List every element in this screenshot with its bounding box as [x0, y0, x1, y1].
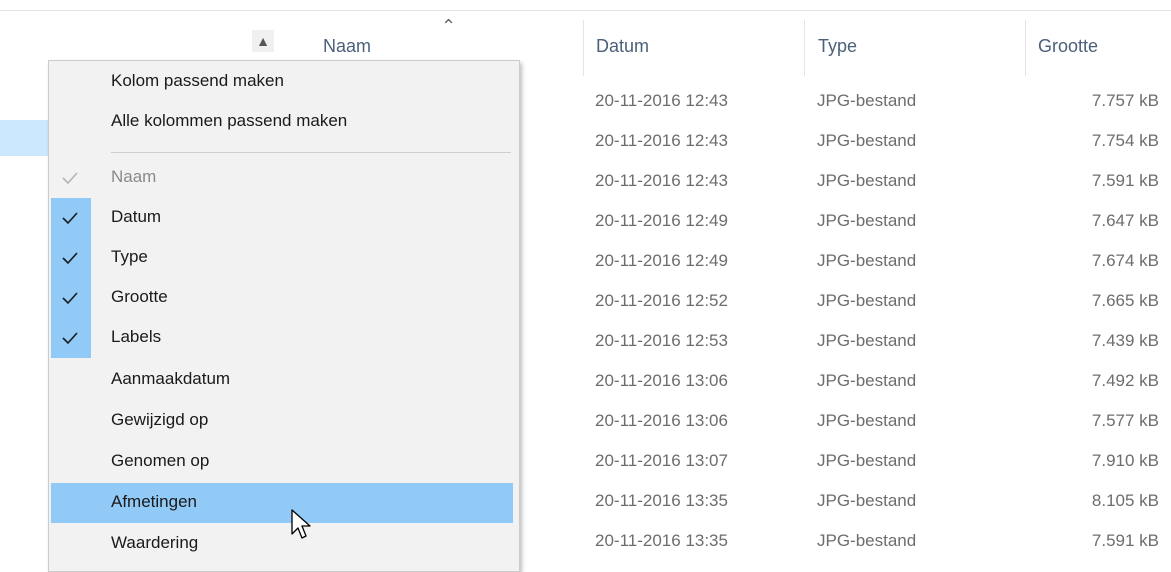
menu-item-grootte[interactable]: Grootte: [49, 278, 519, 318]
file-type: JPG-bestand: [817, 251, 917, 270]
file-size: 7.757 kB: [1091, 91, 1159, 110]
menu-item-label: Aanmaakdatum: [111, 369, 231, 388]
menu-item-label: Labels: [111, 327, 162, 346]
file-date: 20-11-2016 13:06: [595, 371, 728, 390]
menu-item-label: Waardering: [111, 533, 199, 552]
file-size: 7.439 kB: [1091, 331, 1159, 350]
file-date: 20-11-2016 13:07: [595, 451, 728, 470]
file-date: 20-11-2016 13:35: [595, 531, 728, 550]
menu-item-afmetingen[interactable]: Afmetingen: [51, 483, 513, 523]
column-divider[interactable]: [804, 20, 805, 76]
menu-item-fit-column[interactable]: Kolom passend maken: [49, 62, 519, 102]
file-type: JPG-bestand: [817, 211, 917, 230]
file-type: JPG-bestand: [817, 491, 917, 510]
menu-item-aanmaakdatum[interactable]: Aanmaakdatum: [49, 360, 519, 400]
mouse-pointer-icon: [291, 509, 311, 539]
file-size: 7.754 kB: [1091, 131, 1159, 150]
menu-item-label: Alle kolommen passend maken: [111, 111, 348, 130]
menu-item-fit-all-columns[interactable]: Alle kolommen passend maken: [49, 102, 519, 142]
file-size: 7.492 kB: [1091, 371, 1159, 390]
menu-item-label: Grootte: [111, 287, 168, 306]
menu-item-label: Genomen op: [111, 451, 210, 470]
menu-item-label: Kolom passend maken: [111, 71, 284, 90]
checkmark-icon: [51, 238, 91, 278]
sort-ascending-icon: ⌃: [441, 16, 457, 36]
menu-item-labels[interactable]: Labels: [49, 318, 519, 358]
file-size: 7.577 kB: [1091, 411, 1159, 430]
menu-item-waardering[interactable]: Waardering: [49, 524, 519, 564]
column-header-date[interactable]: Datum: [596, 36, 649, 57]
file-size: 7.647 kB: [1091, 211, 1159, 230]
file-type: JPG-bestand: [817, 451, 917, 470]
file-size: 7.665 kB: [1091, 291, 1159, 310]
chevron-up-icon[interactable]: ▲: [252, 30, 274, 52]
menu-item-label: Gewijzigd op: [111, 410, 209, 429]
menu-item-datum[interactable]: Datum: [49, 198, 519, 238]
checkmark-icon: [51, 278, 91, 318]
menu-item-label: Type: [111, 247, 148, 266]
checkmark-icon: [51, 158, 91, 198]
column-divider[interactable]: [583, 20, 584, 76]
file-date: 20-11-2016 12:43: [595, 91, 728, 110]
file-date: 20-11-2016 12:49: [595, 251, 728, 270]
file-size: 7.591 kB: [1091, 171, 1159, 190]
file-date: 20-11-2016 13:35: [595, 491, 728, 510]
column-header-name[interactable]: Naam: [323, 36, 371, 57]
menu-item-gewijzigd-op[interactable]: Gewijzigd op: [49, 401, 519, 441]
file-type: JPG-bestand: [817, 371, 917, 390]
checkmark-icon: [51, 318, 91, 358]
file-size: 8.105 kB: [1091, 491, 1159, 510]
menu-item-label: Datum: [111, 207, 162, 226]
column-header-size[interactable]: Grootte: [1038, 36, 1098, 57]
file-size: 7.591 kB: [1091, 531, 1159, 550]
file-date: 20-11-2016 12:49: [595, 211, 728, 230]
column-context-menu: Kolom passend maken Alle kolommen passen…: [48, 60, 520, 572]
column-divider[interactable]: [1025, 20, 1026, 76]
file-type: JPG-bestand: [817, 131, 917, 150]
checkmark-icon: [51, 198, 91, 238]
file-date: 20-11-2016 12:43: [595, 131, 728, 150]
menu-separator: [111, 152, 511, 153]
file-date: 20-11-2016 13:06: [595, 411, 728, 430]
top-border: [0, 10, 1171, 11]
file-type: JPG-bestand: [817, 91, 917, 110]
file-type: JPG-bestand: [817, 411, 917, 430]
file-size: 7.910 kB: [1091, 451, 1159, 470]
file-type: JPG-bestand: [817, 331, 917, 350]
file-type: JPG-bestand: [817, 291, 917, 310]
menu-item-label: Afmetingen: [111, 492, 197, 511]
file-size: 7.674 kB: [1091, 251, 1159, 270]
file-date: 20-11-2016 12:43: [595, 171, 728, 190]
column-header-type[interactable]: Type: [818, 36, 857, 57]
file-type: JPG-bestand: [817, 171, 917, 190]
file-type: JPG-bestand: [817, 531, 917, 550]
menu-item-label: Naam: [111, 167, 157, 186]
menu-item-type[interactable]: Type: [49, 238, 519, 278]
file-date: 20-11-2016 12:52: [595, 291, 728, 310]
file-date: 20-11-2016 12:53: [595, 331, 728, 350]
menu-item-genomen-op[interactable]: Genomen op: [49, 442, 519, 482]
menu-item-naam: Naam: [49, 158, 519, 198]
